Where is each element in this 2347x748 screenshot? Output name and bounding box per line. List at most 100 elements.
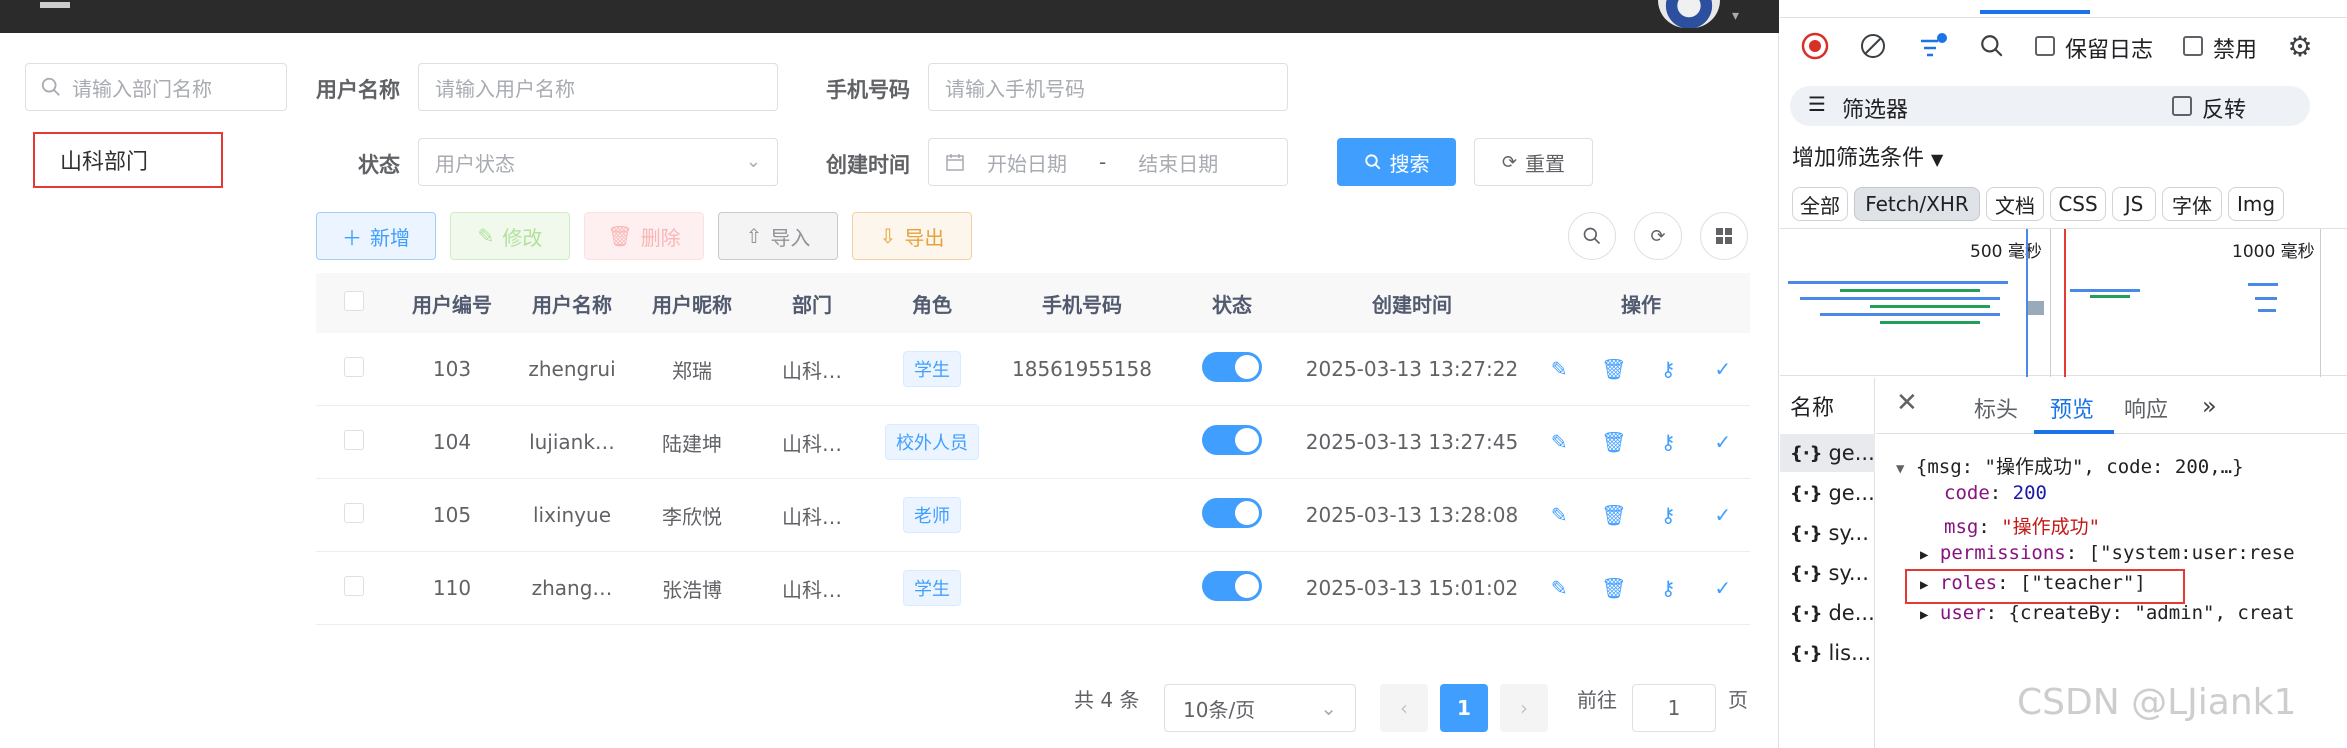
export-button[interactable]: ⇩ 导出	[852, 212, 972, 260]
row-checkbox[interactable]	[344, 502, 364, 523]
status-switch[interactable]	[1202, 497, 1262, 528]
tab-preview[interactable]: 预览	[2050, 392, 2094, 424]
key-icon[interactable]: ⚷	[1657, 358, 1679, 380]
filter-tab-doc[interactable]: 文档	[1986, 187, 2044, 221]
check-circle-icon[interactable]: ✓	[1712, 358, 1734, 380]
edit-icon[interactable]: ✎	[1548, 504, 1570, 526]
row-actions: ✎ 🗑 ⚷ ✓	[1532, 358, 1750, 380]
edit-icon[interactable]: ✎	[1548, 577, 1570, 599]
request-item[interactable]: {·} ge...	[1780, 474, 1875, 512]
trash-icon[interactable]: 🗑	[1601, 504, 1626, 526]
request-item[interactable]: {·} sy...	[1780, 554, 1875, 592]
key-icon[interactable]: ⚷	[1657, 577, 1679, 599]
dept-search-input[interactable]: 请输入部门名称	[25, 63, 287, 111]
preview-root[interactable]: ▼ {msg: "操作成功", code: 200,…}	[1896, 452, 2244, 479]
next-page-button[interactable]: ›	[1500, 684, 1548, 732]
user-id: 110	[432, 576, 472, 600]
search-icon	[1583, 227, 1601, 245]
current-page-button[interactable]: 1	[1440, 684, 1488, 732]
row-checkbox[interactable]	[344, 575, 364, 596]
avatar[interactable]	[1658, 0, 1720, 28]
network-overview[interactable]: 500 毫秒 1000 毫秒	[1780, 228, 2347, 377]
chevron-down-icon: ⌄	[1320, 696, 1337, 720]
check-circle-icon[interactable]: ✓	[1712, 577, 1734, 599]
request-item[interactable]: {·} lis...	[1780, 634, 1875, 672]
more-tabs-icon[interactable]: »	[2202, 392, 2217, 420]
settings-gear-icon[interactable]: ⚙	[2285, 30, 2315, 63]
invert-label: 反转	[2202, 98, 2247, 123]
nickname-cell: 张浩博	[632, 574, 752, 603]
status-placeholder: 用户状态	[435, 151, 515, 176]
status-switch[interactable]	[1202, 570, 1262, 601]
page-size-select[interactable]: 10条/页 ⌄	[1164, 684, 1356, 732]
delete-button[interactable]: 🗑 删除	[584, 212, 704, 260]
refresh-button[interactable]: ⟳	[1634, 212, 1682, 260]
status-switch[interactable]	[1202, 424, 1262, 455]
columns-button[interactable]	[1700, 212, 1748, 260]
tab-headers[interactable]: 标头	[1974, 392, 2018, 424]
row-checkbox[interactable]	[344, 356, 364, 377]
clear-icon[interactable]	[1858, 31, 1888, 61]
preview-msg-row: msg: "操作成功"	[1944, 516, 2101, 538]
phone-input[interactable]: 请输入手机号码	[928, 63, 1288, 111]
filter-tab-css[interactable]: CSS	[2050, 187, 2106, 221]
goto-page-input[interactable]: 1	[1632, 684, 1716, 732]
status-switch[interactable]	[1202, 351, 1262, 382]
select-cell	[316, 356, 392, 382]
edit-icon[interactable]: ✎	[1548, 431, 1570, 453]
filter-tab-js[interactable]: JS	[2112, 187, 2156, 221]
phone-cell: 18561955158	[992, 357, 1172, 381]
add-button[interactable]: ＋ 新增	[316, 212, 436, 260]
nickname-cell: 李欣悦	[632, 501, 752, 530]
import-button[interactable]: ⇧ 导入	[718, 212, 838, 260]
close-icon[interactable]: ✕	[1896, 388, 1918, 418]
nickname: 张浩博	[662, 577, 722, 602]
tab-response[interactable]: 响应	[2124, 392, 2168, 424]
active-tab-indicator	[1980, 10, 2090, 14]
trash-icon[interactable]: 🗑	[1601, 358, 1626, 380]
prev-page-button[interactable]: ‹	[1380, 684, 1428, 732]
edit-icon[interactable]: ✎	[1548, 358, 1570, 380]
toggle-search-button[interactable]	[1568, 212, 1616, 260]
nickname: 陆建坤	[662, 431, 722, 456]
reset-button[interactable]: ⟳ 重置	[1474, 138, 1593, 186]
filter-tab-fetch-xhr[interactable]: Fetch/XHR	[1854, 187, 1980, 221]
username-input[interactable]: 请输入用户名称	[418, 63, 778, 111]
key-icon[interactable]: ⚷	[1657, 504, 1679, 526]
request-item[interactable]: {·} ge...	[1780, 434, 1875, 472]
search-icon[interactable]	[1977, 31, 2007, 61]
date-range-picker[interactable]: 开始日期 - 结束日期	[928, 138, 1288, 186]
preview-user-row[interactable]: ▶ user: {createBy: "admin", creat	[1920, 602, 2295, 624]
more-filters-dropdown[interactable]: 增加筛选条件 ▼	[1792, 140, 1943, 172]
check-circle-icon[interactable]: ✓	[1712, 504, 1734, 526]
preview-permissions-row[interactable]: ▶ permissions: ["system:user:rese	[1920, 542, 2295, 564]
dept-tree-node[interactable]: 山科部门	[33, 132, 223, 188]
created-time: 2025-03-13 13:27:22	[1305, 357, 1519, 381]
select-all-cell	[316, 290, 392, 316]
filter-tab-all[interactable]: 全部	[1792, 187, 1848, 221]
check-circle-icon[interactable]: ✓	[1712, 431, 1734, 453]
request-bar	[2070, 289, 2140, 292]
json-braces-icon: {·}	[1790, 642, 1823, 664]
trash-icon[interactable]: 🗑	[1601, 431, 1626, 453]
key-icon[interactable]: ⚷	[1657, 431, 1679, 453]
disable-cache-checkbox[interactable]	[2183, 36, 2203, 56]
filter-tab-img[interactable]: Img	[2228, 187, 2284, 221]
username-cell: lixinyue	[512, 503, 632, 527]
filter-active-icon[interactable]	[1918, 31, 1948, 61]
record-icon[interactable]	[1800, 31, 1830, 61]
edit-button[interactable]: ✎ 修改	[450, 212, 570, 260]
request-item[interactable]: {·} de...	[1780, 594, 1875, 632]
caret-down-icon[interactable]: ▾	[1732, 8, 1739, 24]
search-button[interactable]: 搜索	[1337, 138, 1456, 186]
select-all-checkbox[interactable]	[344, 290, 364, 311]
row-checkbox[interactable]	[344, 429, 364, 450]
trash-icon[interactable]: 🗑	[1601, 577, 1626, 599]
col-header: 操作	[1621, 292, 1661, 317]
status-select[interactable]: 用户状态 ⌄	[418, 138, 778, 186]
invert-checkbox[interactable]	[2172, 96, 2192, 116]
request-item[interactable]: {·} sy...	[1780, 514, 1875, 552]
preserve-log-checkbox[interactable]	[2035, 36, 2055, 56]
filter-tab-font[interactable]: 字体	[2162, 187, 2222, 221]
hamburger-icon[interactable]	[40, 2, 70, 8]
